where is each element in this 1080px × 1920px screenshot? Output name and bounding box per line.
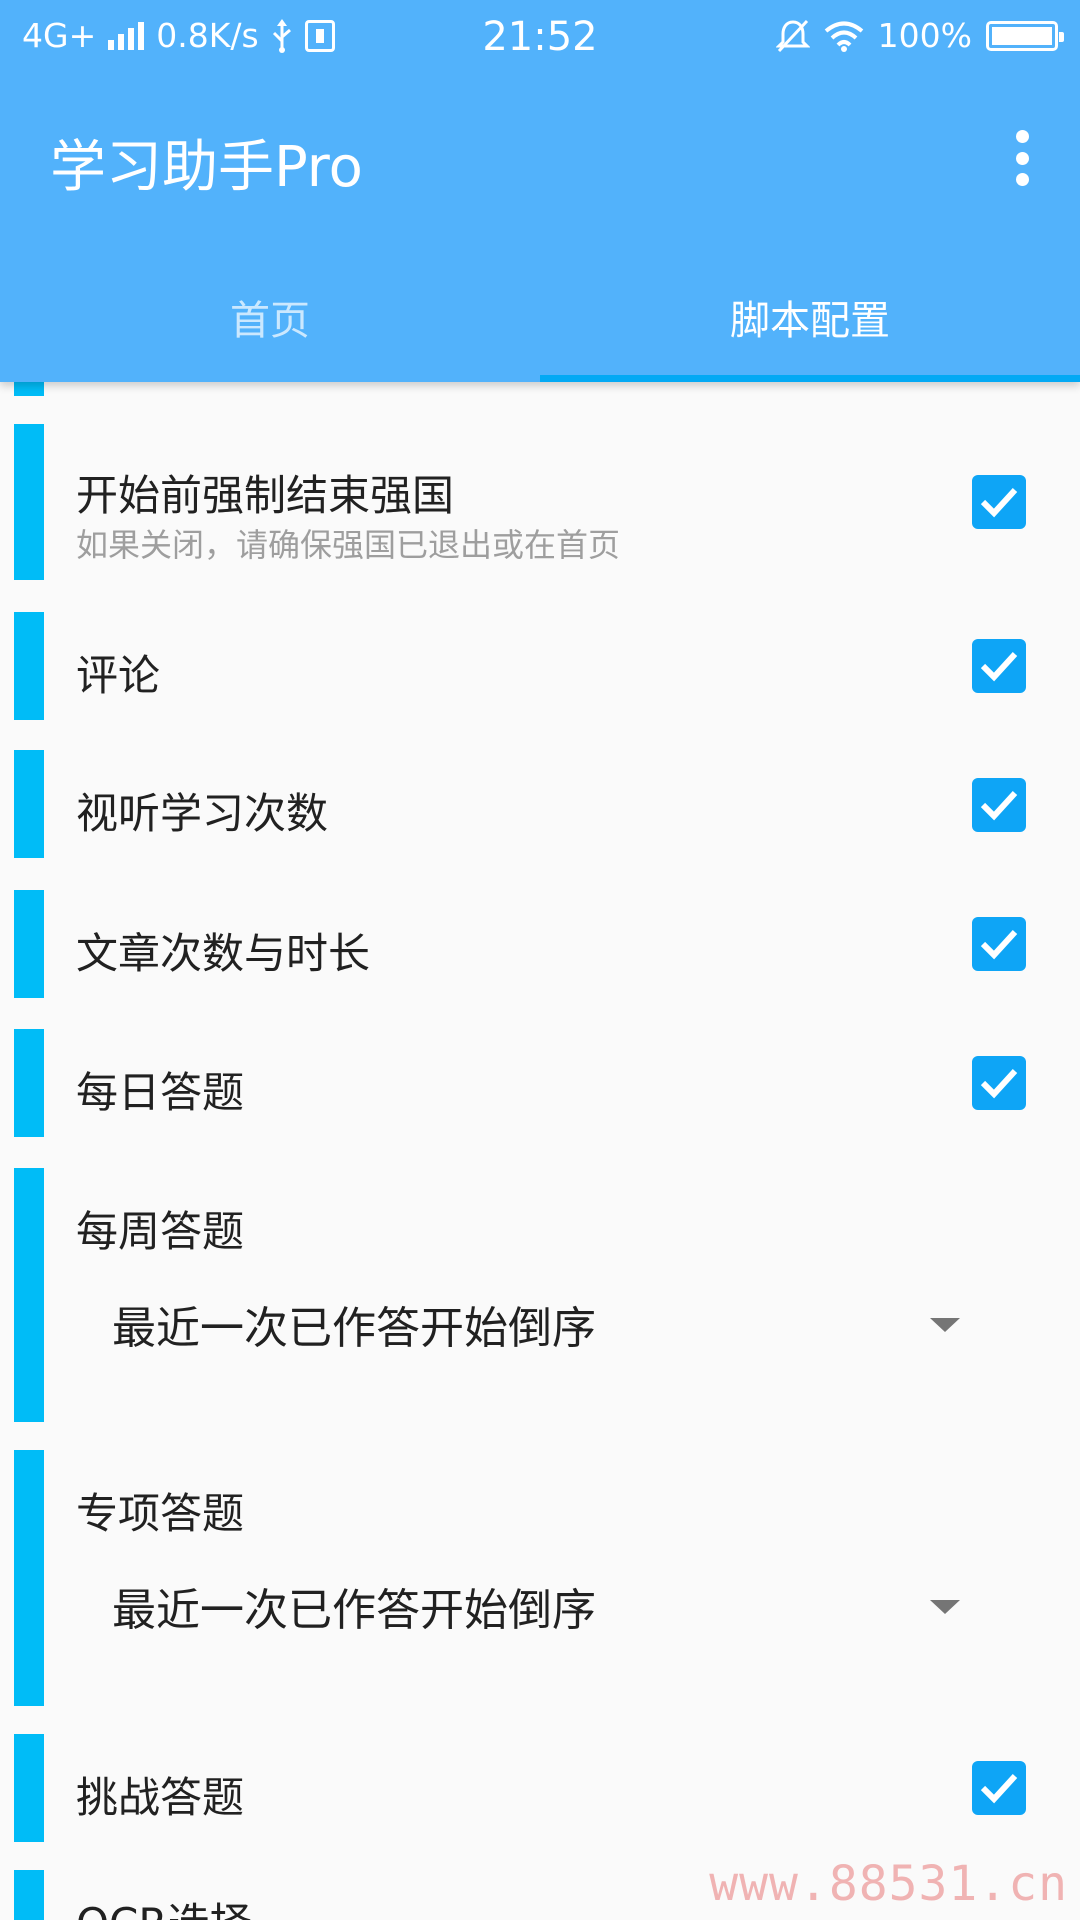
checkmark-icon [980, 1068, 1018, 1099]
setting-article[interactable]: 文章次数与时长 [0, 890, 1080, 998]
setting-title: OCR选择 [76, 1890, 252, 1920]
spinner-value: 最近一次已作答开始倒序 [112, 1585, 596, 1636]
checkmark-icon [980, 487, 1018, 518]
watermark: www.88531.cn [709, 1856, 1068, 1912]
tab-bar: 首页 脚本配置 [0, 270, 1080, 382]
checkmark-icon [980, 651, 1018, 682]
more-options-icon[interactable] [1002, 130, 1042, 186]
setting-title: 专项答题 [76, 1489, 245, 1538]
settings-list[interactable]: 开始前强制结束强国 如果关闭，请确保强国已退出或在首页 评论 视听学习次数 文章… [0, 382, 1080, 1920]
setting-video-count[interactable]: 视听学习次数 [0, 750, 1080, 858]
setting-title: 每日答题 [76, 1068, 245, 1117]
spinner-value: 最近一次已作答开始倒序 [112, 1303, 596, 1354]
setting-title: 挑战答题 [76, 1773, 245, 1822]
setting-title: 评论 [76, 651, 161, 700]
setting-title: 每周答题 [76, 1207, 245, 1256]
setting-title: 视听学习次数 [76, 789, 329, 838]
setting-comment[interactable]: 评论 [0, 612, 1080, 720]
setting-daily-quiz[interactable]: 每日答题 [0, 1029, 1080, 1137]
status-bar: 4G+ 0.8K/s 21:52 100% [0, 0, 1080, 72]
battery-icon [986, 20, 1064, 51]
challenge-quiz-checkbox[interactable] [972, 1761, 1026, 1815]
setting-force-close[interactable]: 开始前强制结束强国 如果关闭，请确保强国已退出或在首页 [0, 424, 1080, 580]
comment-checkbox[interactable] [972, 639, 1026, 693]
setting-subtitle: 如果关闭，请确保强国已退出或在首页 [76, 526, 621, 564]
dropdown-arrow-icon [930, 1318, 960, 1332]
special-quiz-spinner[interactable]: 最近一次已作答开始倒序 [76, 1562, 996, 1652]
wifi-icon [824, 21, 863, 52]
app-bar: 4G+ 0.8K/s 21:52 100% 学习助手Pro 首页 脚本配置 [0, 0, 1080, 382]
dropdown-arrow-icon [930, 1600, 960, 1614]
force-close-checkbox[interactable] [972, 475, 1026, 529]
checkmark-icon [980, 1773, 1018, 1804]
tab-home[interactable]: 首页 [0, 270, 540, 382]
tab-script-config[interactable]: 脚本配置 [540, 270, 1080, 382]
checkmark-icon [980, 929, 1018, 960]
setting-weekly-quiz: 每周答题 最近一次已作答开始倒序 [0, 1168, 1080, 1422]
weekly-quiz-spinner[interactable]: 最近一次已作答开始倒序 [76, 1280, 996, 1370]
setting-challenge-quiz[interactable]: 挑战答题 [0, 1734, 1080, 1842]
section-accent-bar [14, 382, 44, 396]
article-checkbox[interactable] [972, 917, 1026, 971]
setting-title: 文章次数与时长 [76, 929, 371, 978]
video-count-checkbox[interactable] [972, 778, 1026, 832]
mute-bell-icon [775, 19, 810, 52]
battery-percent: 100% [877, 16, 972, 55]
checkmark-icon [980, 790, 1018, 821]
app-title: 学习助手Pro [50, 135, 363, 200]
setting-title: 开始前强制结束强国 [76, 471, 455, 520]
daily-quiz-checkbox[interactable] [972, 1056, 1026, 1110]
setting-special-quiz: 专项答题 最近一次已作答开始倒序 [0, 1450, 1080, 1706]
